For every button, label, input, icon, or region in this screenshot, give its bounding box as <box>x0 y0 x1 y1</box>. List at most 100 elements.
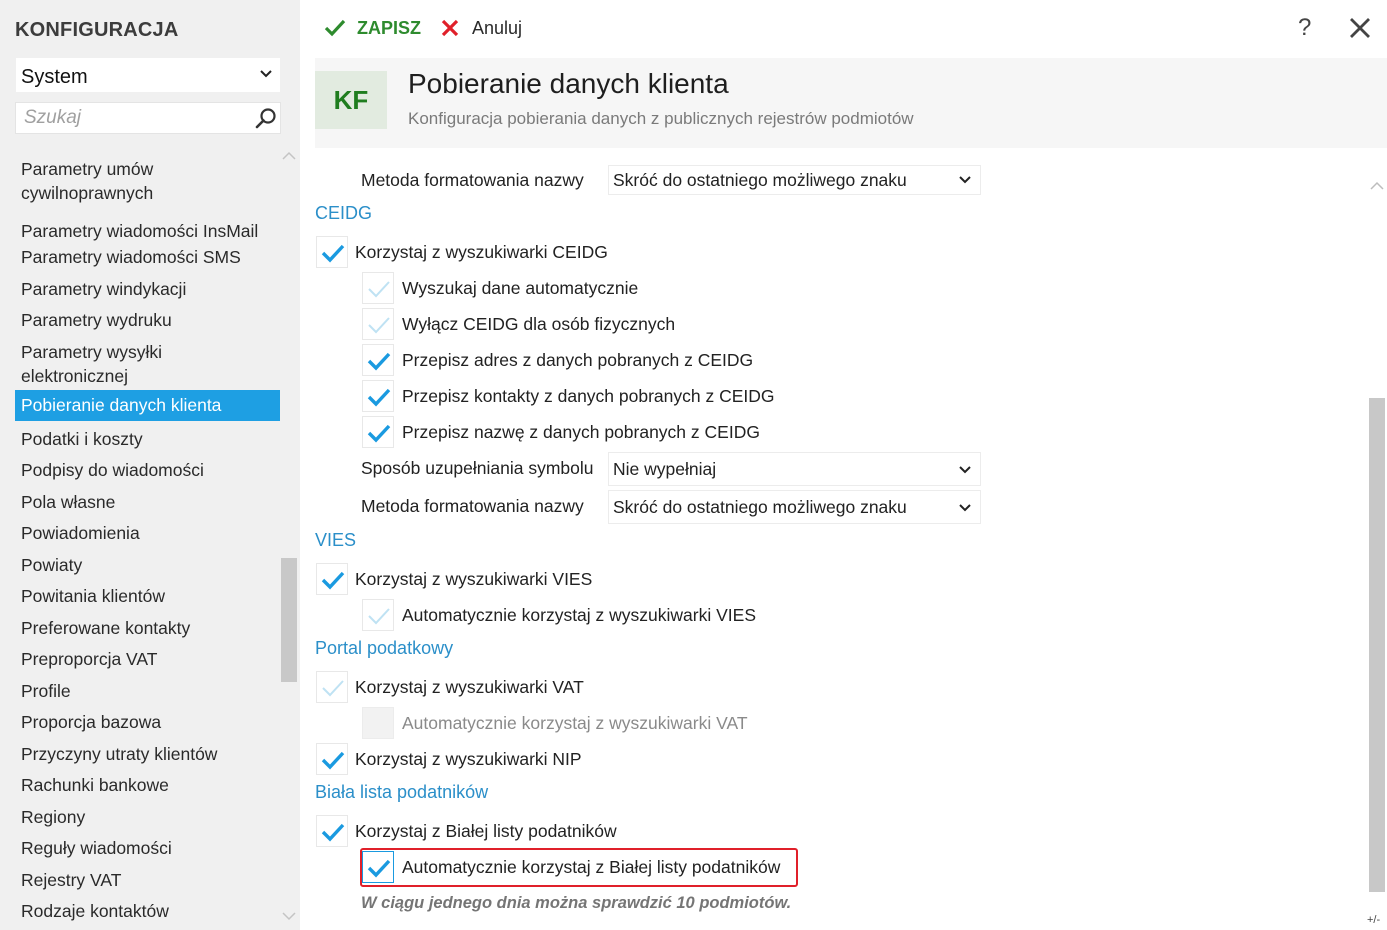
sidebar-item-przyczyny[interactable]: Przyczyny utraty klientów <box>15 739 280 769</box>
portal-use-nip-label: Korzystaj z wyszukiwarki NIP <box>355 749 582 769</box>
whitelist-auto-use-label: Automatycznie korzystaj z Białej listy p… <box>402 857 781 877</box>
sidebar-item-powiaty[interactable]: Powiaty <box>15 550 280 580</box>
portal-use-nip-checkbox[interactable] <box>316 743 348 775</box>
scroll-up-icon[interactable] <box>1370 180 1384 192</box>
section-portal-podatkowy: Portal podatkowy <box>315 638 454 658</box>
sidebar-item-wydruk[interactable]: Parametry wydruku <box>15 305 280 335</box>
cancel-button[interactable]: Anuluj <box>440 14 522 42</box>
cancel-x-icon <box>441 19 459 37</box>
chevron-down-icon <box>959 176 971 184</box>
section-vies: VIES <box>315 530 357 550</box>
scroll-up-icon[interactable] <box>282 150 296 162</box>
ceidg-copy-contacts-label: Przepisz kontakty z danych pobranych z C… <box>402 386 775 406</box>
sidebar-item-pola-wlasne[interactable]: Pola własne <box>15 487 280 517</box>
sidebar-item-pobieranie-danych[interactable]: Pobieranie danych klienta <box>15 390 280 421</box>
sidebar-item-rejestry-vat[interactable]: Rejestry VAT <box>15 865 280 895</box>
ceidg-copy-address-checkbox[interactable] <box>362 344 394 376</box>
checkmark-icon <box>367 352 391 371</box>
ceidg-disable-persons-label: Wyłącz CEIDG dla osób fizycznych <box>402 314 676 334</box>
checkmark-icon <box>324 19 346 37</box>
module-badge: KF <box>315 71 387 129</box>
ceidg-symbol-fill-select[interactable]: Nie wypełniaj <box>608 452 981 486</box>
search-box <box>15 102 281 134</box>
sidebar-item-preproporcja[interactable]: Preproporcja VAT <box>15 644 280 674</box>
help-button[interactable]: ? <box>1298 14 1311 42</box>
checkmark-icon <box>321 751 345 770</box>
ceidg-copy-name-label: Przepisz nazwę z danych pobranych z CEID… <box>402 422 760 442</box>
settings-nav-list: Parametry umów cywilnoprawnych Parametry … <box>15 146 280 926</box>
search-input[interactable] <box>16 103 246 133</box>
checkmark-icon <box>321 823 345 842</box>
save-button[interactable]: ZAPISZ <box>323 14 421 42</box>
portal-use-vat-checkbox[interactable] <box>316 671 348 703</box>
ceidg-name-format-label: Metoda formatowania nazwy <box>361 496 584 516</box>
ceidg-use-label: Korzystaj z wyszukiwarki CEIDG <box>355 242 608 262</box>
sidebar-item-sms[interactable]: Parametry wiadomości SMS <box>15 242 280 272</box>
sidebar-item-podatki[interactable]: Podatki i koszty <box>15 424 280 454</box>
checkmark-light-icon <box>368 281 390 298</box>
top-name-format-value: Skróć do ostatniego możliwego znaku <box>613 170 907 190</box>
page-subtitle: Konfiguracja pobierania danych z publicz… <box>408 109 914 128</box>
sidebar-item-powiadomienia[interactable]: Powiadomienia <box>15 518 280 548</box>
scroll-down-icon[interactable] <box>282 910 296 922</box>
sidebar-item-profile[interactable]: Profile <box>15 676 280 706</box>
section-biala-lista: Biała lista podatników <box>315 782 489 802</box>
ceidg-name-format-value: Skróć do ostatniego możliwego znaku <box>613 497 907 517</box>
portal-auto-vat-checkbox[interactable] <box>362 707 394 739</box>
portal-auto-vat-label: Automatycznie korzystaj z wyszukiwarki V… <box>402 713 748 733</box>
module-select-value: System <box>21 66 88 88</box>
chevron-down-icon <box>959 466 971 474</box>
checkmark-light-icon <box>368 608 390 625</box>
save-label: ZAPISZ <box>357 17 422 38</box>
sidebar-item-rodzaje-kontaktow[interactable]: Rodzaje kontaktów <box>15 896 280 926</box>
sidebar-item-podpisy[interactable]: Podpisy do wiadomości <box>15 455 280 485</box>
ceidg-symbol-fill-label: Sposób uzupełniania symbolu <box>361 458 594 478</box>
zoom-toggle[interactable]: +/- <box>1367 914 1380 926</box>
close-icon[interactable] <box>1348 16 1372 40</box>
sidebar-scrollbar-thumb[interactable] <box>281 558 297 682</box>
ceidg-symbol-fill-value: Nie wypełniaj <box>613 459 717 479</box>
sidebar-item-windykacja[interactable]: Parametry windykacji <box>15 274 280 304</box>
sidebar-item-preferowane-kontakty[interactable]: Preferowane kontakty <box>15 613 280 643</box>
top-name-format-label: Metoda formatowania nazwy <box>361 170 584 190</box>
sidebar-item-wysylka[interactable]: Parametry wysyłki elektronicznej <box>15 337 280 391</box>
portal-use-vat-label: Korzystaj z wyszukiwarki VAT <box>355 677 584 697</box>
checkmark-icon <box>321 244 345 263</box>
sidebar-item-powitania[interactable]: Powitania klientów <box>15 581 280 611</box>
top-name-format-select[interactable]: Skróć do ostatniego możliwego znaku <box>608 165 981 195</box>
content-scrollbar-thumb[interactable] <box>1369 398 1385 892</box>
cancel-label: Anuluj <box>472 17 523 38</box>
ceidg-copy-contacts-checkbox[interactable] <box>362 380 394 412</box>
vies-use-checkbox[interactable] <box>316 563 348 595</box>
ceidg-copy-address-label: Przepisz adres z danych pobranych z CEID… <box>402 350 754 370</box>
page-title: Pobieranie danych klienta <box>408 68 729 99</box>
whitelist-use-checkbox[interactable] <box>316 815 348 847</box>
ceidg-use-checkbox[interactable] <box>316 236 348 268</box>
app-title: KONFIGURACJA <box>15 19 179 41</box>
checkmark-icon <box>367 424 391 443</box>
ceidg-name-format-select[interactable]: Skróć do ostatniego możliwego znaku <box>608 490 981 524</box>
ceidg-disable-persons-checkbox[interactable] <box>362 308 394 340</box>
vies-auto-use-label: Automatycznie korzystaj z wyszukiwarki V… <box>402 605 756 625</box>
whitelist-auto-use-checkbox[interactable] <box>362 851 394 883</box>
module-select[interactable]: System <box>15 57 281 93</box>
checkmark-light-icon <box>322 680 344 697</box>
chevron-down-icon <box>959 504 971 512</box>
sidebar-item-parametry-umow[interactable]: Parametry umów cywilnoprawnych <box>15 154 280 208</box>
sidebar-item-proporcja[interactable]: Proporcja bazowa <box>15 707 280 737</box>
ceidg-auto-search-label: Wyszukaj dane automatycznie <box>402 278 639 298</box>
search-icon[interactable] <box>254 107 278 131</box>
ceidg-auto-search-checkbox[interactable] <box>362 272 394 304</box>
page-header: KF Pobieranie danych klienta Konfiguracj… <box>315 58 1387 148</box>
whitelist-use-label: Korzystaj z Białej listy podatników <box>355 821 617 841</box>
checkmark-icon <box>367 388 391 407</box>
sidebar-item-reguly[interactable]: Reguły wiadomości <box>15 833 280 863</box>
sidebar-item-rachunki[interactable]: Rachunki bankowe <box>15 770 280 800</box>
section-ceidg: CEIDG <box>315 203 373 223</box>
vies-use-label: Korzystaj z wyszukiwarki VIES <box>355 569 593 589</box>
vies-auto-use-checkbox[interactable] <box>362 599 394 631</box>
checkmark-icon <box>367 859 391 878</box>
sidebar-item-regiony[interactable]: Regiony <box>15 802 280 832</box>
ceidg-copy-name-checkbox[interactable] <box>362 416 394 448</box>
whitelist-info-note: W ciągu jednego dnia można sprawdzić 10 … <box>361 894 792 912</box>
